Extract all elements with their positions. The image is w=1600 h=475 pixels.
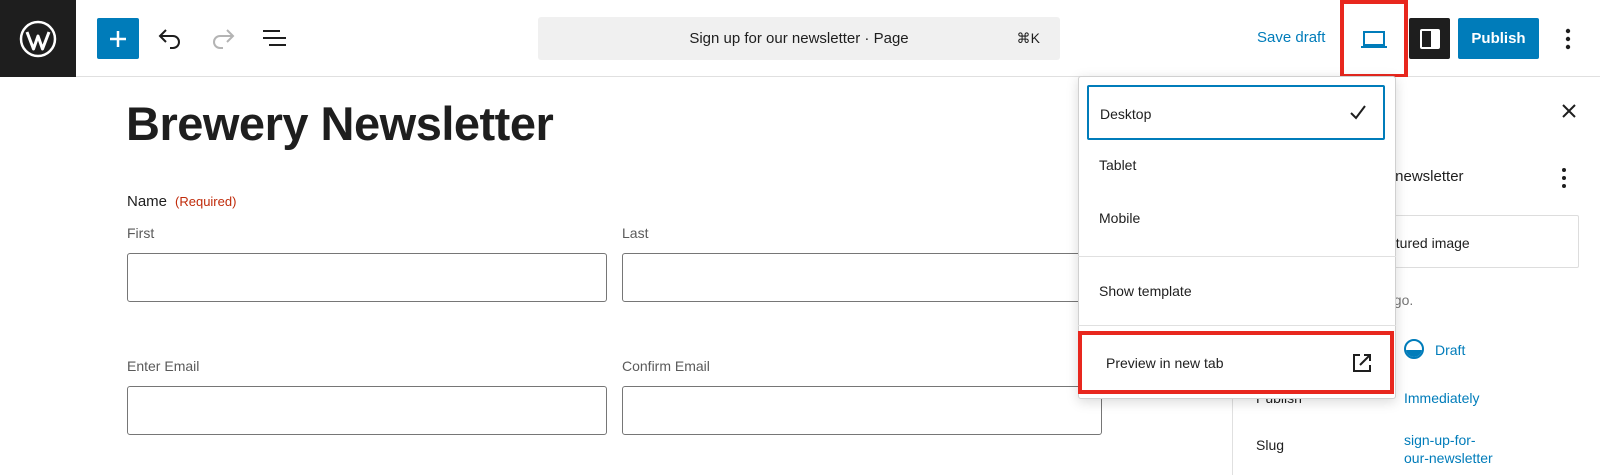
first-name-label: First (127, 225, 155, 241)
sidebar-settings-icon (1419, 28, 1440, 49)
page-name: r newsletter (1386, 168, 1464, 185)
slug-label: Slug (1256, 437, 1285, 453)
close-icon (1562, 104, 1576, 118)
editor-header: Sign up for our newsletter · Page ⌘K Sav… (0, 0, 1600, 78)
wordpress-logo[interactable] (0, 0, 76, 77)
last-name-input[interactable] (622, 253, 1102, 302)
preview-in-new-tab-option[interactable]: Preview in new tab (1078, 331, 1394, 394)
settings-button[interactable] (1409, 18, 1450, 59)
add-block-button[interactable] (97, 18, 139, 59)
status-value[interactable]: Draft (1435, 342, 1465, 358)
publish-button[interactable]: Publish (1458, 18, 1539, 59)
page-actions-button[interactable] (1556, 164, 1572, 192)
save-draft-button[interactable]: Save draft (1257, 29, 1325, 46)
redo-button[interactable] (205, 20, 241, 56)
confirm-email-label: Confirm Email (622, 358, 710, 374)
slug-value-line2[interactable]: our-newsletter (1404, 450, 1493, 466)
view-button[interactable] (1340, 0, 1408, 78)
check-icon (1347, 101, 1369, 123)
featured-image-label: atured image (1388, 235, 1470, 251)
name-field-label: Name (Required) (127, 193, 236, 210)
external-link-icon (1350, 351, 1374, 375)
draft-status-icon (1404, 339, 1424, 359)
command-shortcut: ⌘K (1016, 30, 1040, 46)
preview-label: Preview in new tab (1106, 355, 1224, 371)
view-option-label: Mobile (1099, 210, 1141, 226)
show-template-label: Show template (1099, 283, 1192, 299)
required-indicator: (Required) (175, 194, 237, 209)
undo-button[interactable] (152, 20, 188, 56)
view-option-tablet[interactable]: Tablet (1078, 140, 1396, 191)
document-title: Sign up for our newsletter · Page (689, 30, 909, 47)
more-vertical-icon (1562, 168, 1566, 188)
slug-value-line1[interactable]: sign-up-for- (1404, 432, 1476, 448)
publish-value[interactable]: Immediately (1404, 390, 1479, 406)
wordpress-logo-icon (19, 20, 57, 57)
document-bar[interactable]: Sign up for our newsletter · Page ⌘K (538, 17, 1060, 60)
more-vertical-icon (1565, 28, 1571, 50)
list-view-icon (263, 30, 286, 46)
view-option-desktop[interactable]: Desktop (1087, 85, 1385, 140)
redo-icon (213, 29, 235, 49)
last-name-label: Last (622, 225, 649, 241)
close-sidebar-button[interactable] (1556, 98, 1582, 124)
first-name-input[interactable] (127, 253, 607, 302)
view-option-mobile[interactable]: Mobile (1078, 193, 1396, 244)
enter-email-label: Enter Email (127, 358, 200, 374)
list-view-button[interactable] (257, 20, 293, 56)
plus-icon (110, 30, 126, 47)
options-button[interactable] (1556, 22, 1580, 56)
show-template-option[interactable]: Show template (1078, 266, 1396, 317)
menu-divider (1078, 325, 1396, 326)
name-label: Name (127, 193, 168, 210)
view-option-label: Desktop (1100, 106, 1152, 122)
view-option-label: Tablet (1099, 157, 1137, 173)
confirm-email-input[interactable] (622, 386, 1102, 435)
desktop-laptop-icon (1361, 31, 1387, 48)
undo-icon (158, 29, 180, 49)
page-title[interactable]: Brewery Newsletter (126, 96, 554, 151)
menu-divider (1078, 256, 1396, 257)
enter-email-input[interactable] (127, 386, 607, 435)
